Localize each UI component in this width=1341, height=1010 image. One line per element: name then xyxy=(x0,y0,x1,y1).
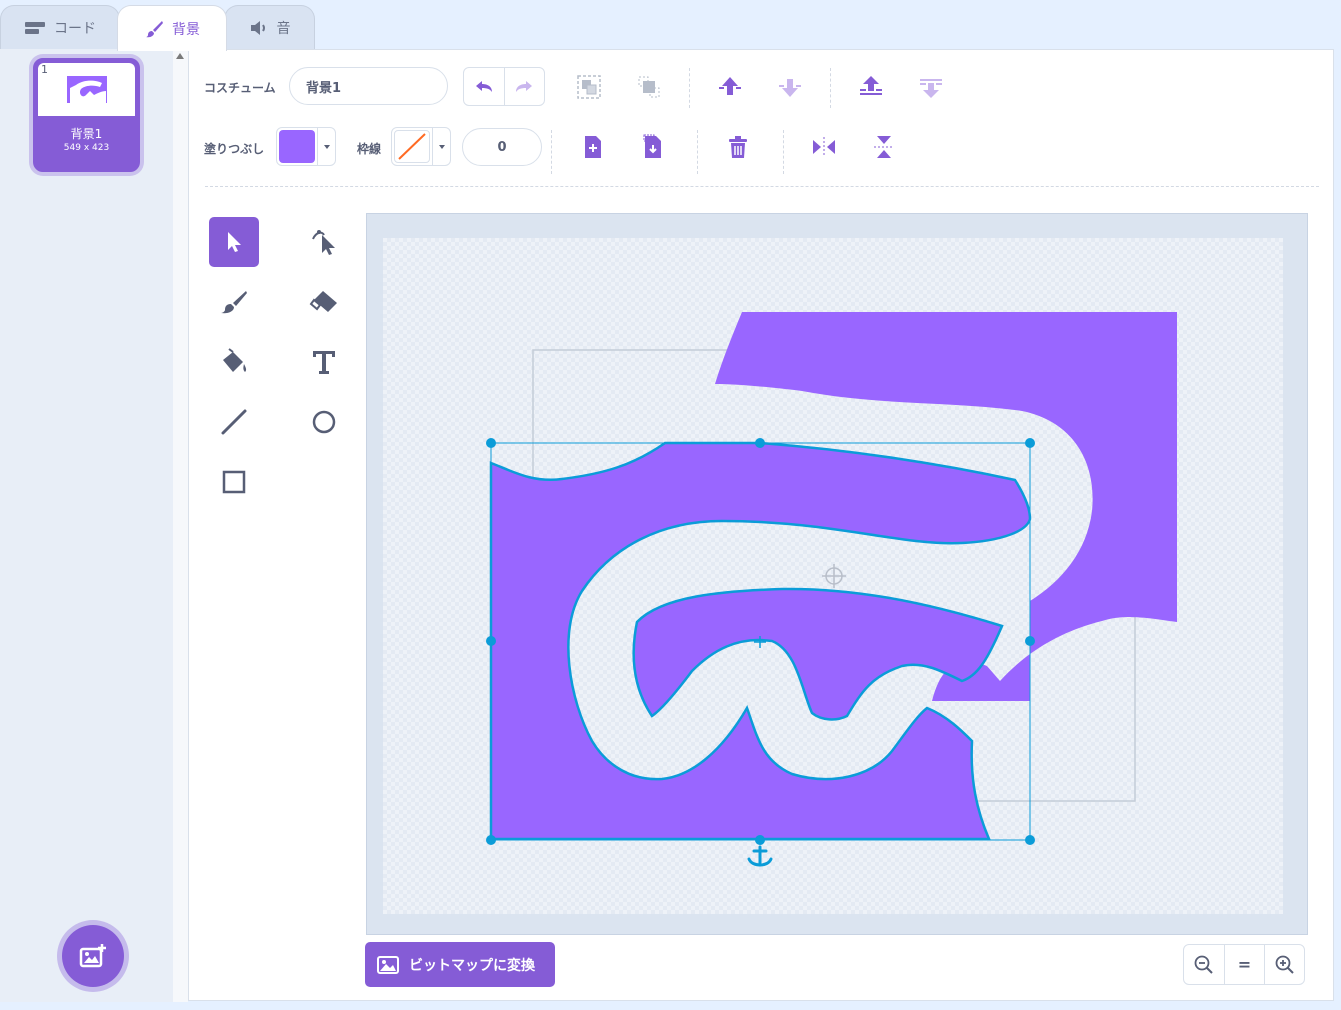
convert-to-bitmap-label: ビットマップに変換 xyxy=(409,957,535,974)
scroll-up-icon[interactable] xyxy=(176,53,184,59)
costume-size: 549 x 423 xyxy=(63,143,110,153)
costume-name-label: コスチューム xyxy=(204,81,276,95)
fill-label: 塗りつぶし xyxy=(204,142,265,156)
copy-button[interactable] xyxy=(576,130,610,164)
costume-name-input[interactable] xyxy=(289,67,448,105)
text-icon xyxy=(313,351,335,374)
costume-name: 背景1 xyxy=(70,127,103,141)
fill-swatch xyxy=(279,130,315,163)
zoom-controls: = xyxy=(1183,944,1305,985)
fill-color-picker[interactable] xyxy=(276,127,336,166)
arrow-pointer-icon xyxy=(228,232,241,252)
tab-code-label: コード xyxy=(54,21,96,37)
costume-thumbnail xyxy=(38,63,135,116)
rotation-center-icon xyxy=(822,564,846,588)
speaker-icon xyxy=(250,21,265,35)
zoom-in-button[interactable] xyxy=(1264,945,1304,984)
fill-dropdown-icon[interactable] xyxy=(317,128,335,165)
paint-canvas[interactable] xyxy=(366,213,1308,935)
tab-bar: コード 背景 音 xyxy=(0,0,1341,51)
copy-icon xyxy=(585,136,601,158)
add-backdrop-icon xyxy=(79,944,106,968)
outline-swatch xyxy=(394,130,430,163)
fill-tool[interactable] xyxy=(209,337,259,387)
brush-icon xyxy=(146,20,163,37)
ungroup-icon xyxy=(638,76,660,98)
separator xyxy=(783,130,784,174)
zoom-in-icon xyxy=(1275,955,1294,974)
reshape-tool[interactable] xyxy=(299,217,349,267)
bitmap-icon xyxy=(377,955,399,974)
scrollbar[interactable] xyxy=(173,49,188,1002)
flip-horizontal-icon xyxy=(813,137,835,157)
costume-list: 1 背景1 549 x 423 xyxy=(0,49,188,1002)
tab-sounds-label: 音 xyxy=(276,21,291,37)
redo-icon xyxy=(516,80,533,92)
eraser-icon xyxy=(309,291,337,312)
separator xyxy=(551,130,552,174)
group-icon xyxy=(577,75,601,99)
circle-tool[interactable] xyxy=(299,397,349,447)
undo-icon xyxy=(475,80,492,92)
paintbrush-icon xyxy=(221,291,247,314)
redo-button[interactable] xyxy=(505,68,545,105)
forward-button[interactable] xyxy=(713,70,747,104)
zoom-out-icon xyxy=(1194,955,1213,974)
undo-redo-group xyxy=(463,67,545,106)
toolbar-divider xyxy=(205,186,1319,187)
costume-number: 1 xyxy=(41,63,48,76)
reshape-icon xyxy=(312,230,335,255)
rotate-handle-icon xyxy=(747,845,773,867)
line-icon xyxy=(221,409,247,435)
front-button[interactable] xyxy=(854,70,888,104)
eraser-tool[interactable] xyxy=(299,277,349,327)
tab-sounds[interactable]: 音 xyxy=(224,5,315,50)
brush-tool[interactable] xyxy=(209,277,259,327)
delete-button[interactable] xyxy=(721,130,755,164)
paste-button[interactable] xyxy=(636,130,670,164)
text-tool[interactable] xyxy=(299,337,349,387)
separator xyxy=(830,68,831,108)
delete-icon xyxy=(729,136,747,158)
add-backdrop-button[interactable] xyxy=(62,925,124,987)
circle-icon xyxy=(312,410,336,434)
backward-button[interactable] xyxy=(773,70,807,104)
paint-editor: コスチューム 塗りつぶし 枠線 xyxy=(188,49,1334,1001)
outline-color-picker[interactable] xyxy=(391,127,451,166)
rectangle-icon xyxy=(222,470,246,494)
flip-vertical-button[interactable] xyxy=(867,130,901,164)
forward-icon xyxy=(719,77,741,95)
convert-to-bitmap-button[interactable]: ビットマップに変換 xyxy=(365,942,555,987)
tab-code[interactable]: コード xyxy=(0,5,120,50)
back-icon xyxy=(920,79,942,98)
back-button[interactable] xyxy=(914,70,948,104)
outline-dropdown-icon[interactable] xyxy=(432,128,450,165)
flip-horizontal-button[interactable] xyxy=(807,130,841,164)
costume-item[interactable]: 1 背景1 549 x 423 xyxy=(33,58,140,172)
outline-width-input[interactable] xyxy=(462,128,542,166)
group-button[interactable] xyxy=(572,70,606,104)
tab-backdrop-label: 背景 xyxy=(172,21,200,38)
zoom-reset-label: = xyxy=(1237,955,1252,974)
undo-button[interactable] xyxy=(464,68,505,105)
tab-backdrop[interactable]: 背景 xyxy=(117,5,227,51)
paste-icon xyxy=(643,134,661,158)
front-icon xyxy=(860,76,882,95)
backward-icon xyxy=(779,79,801,97)
canvas-artwork[interactable] xyxy=(367,214,1309,936)
ungroup-button[interactable] xyxy=(632,70,666,104)
paint-bucket-icon xyxy=(223,348,247,372)
rectangle-tool[interactable] xyxy=(209,457,259,507)
select-tool[interactable] xyxy=(209,217,259,267)
line-tool[interactable] xyxy=(209,397,259,447)
zoom-out-button[interactable] xyxy=(1184,945,1224,984)
flip-vertical-icon xyxy=(874,136,894,158)
separator xyxy=(689,68,690,108)
zoom-reset-button[interactable]: = xyxy=(1224,945,1264,984)
code-icon xyxy=(25,22,45,34)
outline-label: 枠線 xyxy=(357,142,382,156)
separator xyxy=(697,130,698,174)
